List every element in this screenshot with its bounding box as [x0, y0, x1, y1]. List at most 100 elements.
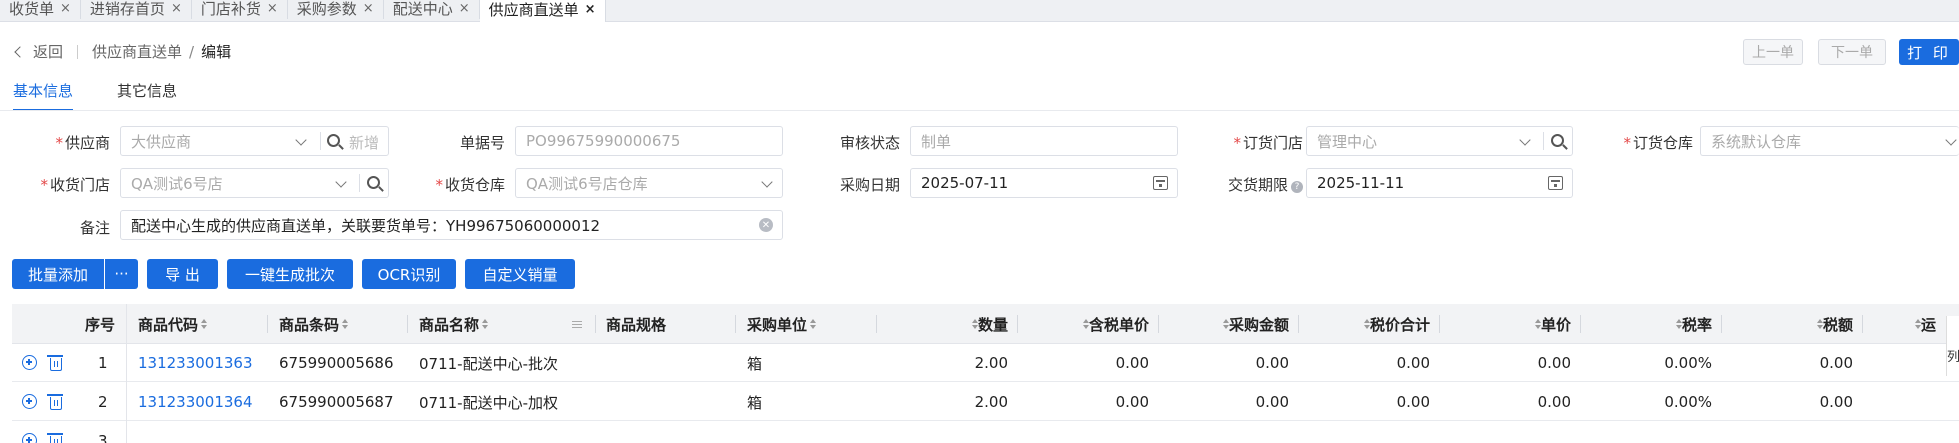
column-divider[interactable] [735, 315, 736, 333]
col-label: 采购单位 [747, 315, 808, 334]
receive-warehouse-select[interactable]: QA测试6号店仓库 [515, 168, 783, 198]
delete-icon[interactable] [47, 394, 63, 410]
table-row: 2 131233001364 675990005687 0711-配送中心-加权… [12, 383, 1959, 421]
cell-code[interactable]: 131233001363 [138, 344, 253, 382]
chevron-left-icon[interactable] [14, 45, 26, 58]
column-settings-button[interactable]: 列 [1946, 316, 1959, 376]
print-button[interactable]: 打 印 [1899, 39, 1959, 65]
sort-icon[interactable] [342, 319, 349, 329]
col-tax-price[interactable]: 含税单价 [1028, 304, 1149, 344]
column-divider[interactable] [1439, 315, 1440, 333]
tab-store-replenish[interactable]: 门店补货 × [192, 0, 288, 19]
col-tax[interactable]: 税额 [1732, 304, 1853, 344]
tab-receipt[interactable]: 收货单 × [0, 0, 81, 19]
batch-add-button[interactable]: 批量添加 [12, 259, 104, 289]
col-total[interactable]: 税价合计 [1309, 304, 1430, 344]
close-icon[interactable]: × [585, 2, 596, 17]
column-divider[interactable] [407, 315, 408, 333]
column-divider[interactable] [1298, 315, 1299, 333]
breadcrumb-item[interactable]: 供应商直送单 [92, 41, 182, 62]
tab-basic-info[interactable]: 基本信息 [13, 80, 74, 111]
close-icon[interactable]: × [60, 1, 71, 16]
clear-icon[interactable]: ✕ [759, 218, 773, 232]
search-icon[interactable] [327, 134, 340, 147]
col-name[interactable]: 商品名称 [419, 304, 489, 344]
column-menu-icon[interactable] [572, 321, 582, 328]
col-price[interactable]: 单价 [1450, 304, 1571, 344]
chevron-down-icon[interactable] [295, 134, 307, 146]
col-code[interactable]: 商品代码 [138, 304, 208, 344]
close-icon[interactable]: × [171, 1, 182, 16]
audit-status-label: 审核状态 [839, 134, 900, 152]
receive-store-select[interactable]: QA测试6号店 [120, 168, 389, 198]
col-unit[interactable]: 采购单位 [747, 304, 817, 344]
sort-icon[interactable] [201, 319, 208, 329]
tab-distribution-center[interactable]: 配送中心 × [384, 0, 480, 19]
generate-batch-button[interactable]: 一键生成批次 [227, 259, 353, 289]
chevron-down-icon[interactable] [1519, 134, 1531, 146]
table-row: 1 131233001363 675990005686 0711-配送中心-批次… [12, 344, 1959, 382]
delete-icon[interactable] [47, 433, 63, 443]
delivery-date-field[interactable]: 2025-11-11 [1306, 168, 1573, 198]
search-icon[interactable] [1551, 134, 1564, 147]
remark-input[interactable]: 配送中心生成的供应商直送单，关联要货单号：YH99675060000012 ✕ [120, 210, 783, 240]
order-warehouse-select[interactable]: 系统默认仓库 [1700, 126, 1959, 156]
col-tax-rate[interactable]: 税率 [1591, 304, 1712, 344]
order-store-select[interactable]: 管理中心 [1306, 126, 1573, 156]
breadcrumb-current: 编辑 [201, 43, 232, 61]
tab-supplier-direct[interactable]: 供应商直送单 × [479, 0, 606, 22]
add-row-icon[interactable] [22, 394, 37, 409]
ocr-button[interactable]: OCR识别 [362, 259, 456, 289]
cell-code[interactable]: 131233001364 [138, 383, 253, 421]
delete-icon[interactable] [47, 355, 63, 371]
column-divider[interactable] [1862, 315, 1863, 333]
col-label: 单价 [1540, 315, 1571, 334]
prev-button[interactable]: 上一单 [1743, 39, 1803, 65]
more-options-button[interactable]: ··· [105, 259, 138, 289]
close-icon[interactable]: × [267, 1, 278, 16]
help-icon[interactable]: ? [1291, 181, 1303, 193]
back-link[interactable]: 返回 [33, 41, 63, 62]
tab-purchase-params[interactable]: 采购参数 × [288, 0, 384, 19]
col-freight[interactable]: 运 [1912, 304, 1936, 344]
cell-qty[interactable]: 2.00 [887, 383, 1008, 421]
purchase-date-field[interactable]: 2025-07-11 [910, 168, 1178, 198]
chevron-down-icon[interactable] [761, 176, 773, 188]
tab-other-info[interactable]: 其它信息 [117, 80, 177, 111]
column-divider[interactable] [1158, 315, 1159, 333]
calendar-icon[interactable] [1153, 176, 1168, 190]
col-label: 运 [1921, 315, 1937, 334]
chevron-down-icon[interactable] [1945, 134, 1957, 146]
column-divider[interactable] [595, 315, 596, 333]
add-new-link[interactable]: 新增 [349, 132, 379, 153]
close-icon[interactable]: × [363, 1, 374, 16]
cell-tax-price[interactable]: 0.00 [1028, 383, 1149, 421]
cell-qty[interactable]: 2.00 [887, 344, 1008, 382]
next-button[interactable]: 下一单 [1818, 39, 1886, 65]
column-divider[interactable] [1721, 315, 1722, 333]
sort-icon[interactable] [810, 319, 817, 329]
order-store-label: * 订货门店 [1215, 132, 1303, 153]
export-button[interactable]: 导 出 [147, 259, 218, 289]
label-text: 收货仓库 [444, 176, 505, 194]
col-barcode[interactable]: 商品条码 [279, 304, 349, 344]
divider [0, 110, 1959, 111]
close-icon[interactable]: × [459, 1, 470, 16]
column-divider[interactable] [1580, 315, 1581, 333]
column-divider[interactable] [876, 315, 877, 333]
add-row-icon[interactable] [22, 355, 37, 370]
column-divider[interactable] [1017, 315, 1018, 333]
col-qty[interactable]: 数量 [887, 304, 1008, 344]
col-amount[interactable]: 采购金额 [1169, 304, 1289, 344]
tab-inventory-home[interactable]: 进销存首页 × [81, 0, 192, 19]
search-icon[interactable] [367, 176, 380, 189]
custom-sales-button[interactable]: 自定义销量 [465, 259, 575, 289]
add-row-icon[interactable] [22, 433, 37, 443]
sort-icon[interactable] [482, 319, 489, 329]
calendar-icon[interactable] [1548, 176, 1563, 190]
chevron-down-icon[interactable] [335, 176, 347, 188]
divider [1543, 132, 1544, 150]
cell-tax-price[interactable]: 0.00 [1028, 344, 1149, 382]
column-divider[interactable] [267, 315, 268, 333]
supplier-select[interactable]: 大供应商 新增 [120, 126, 389, 156]
